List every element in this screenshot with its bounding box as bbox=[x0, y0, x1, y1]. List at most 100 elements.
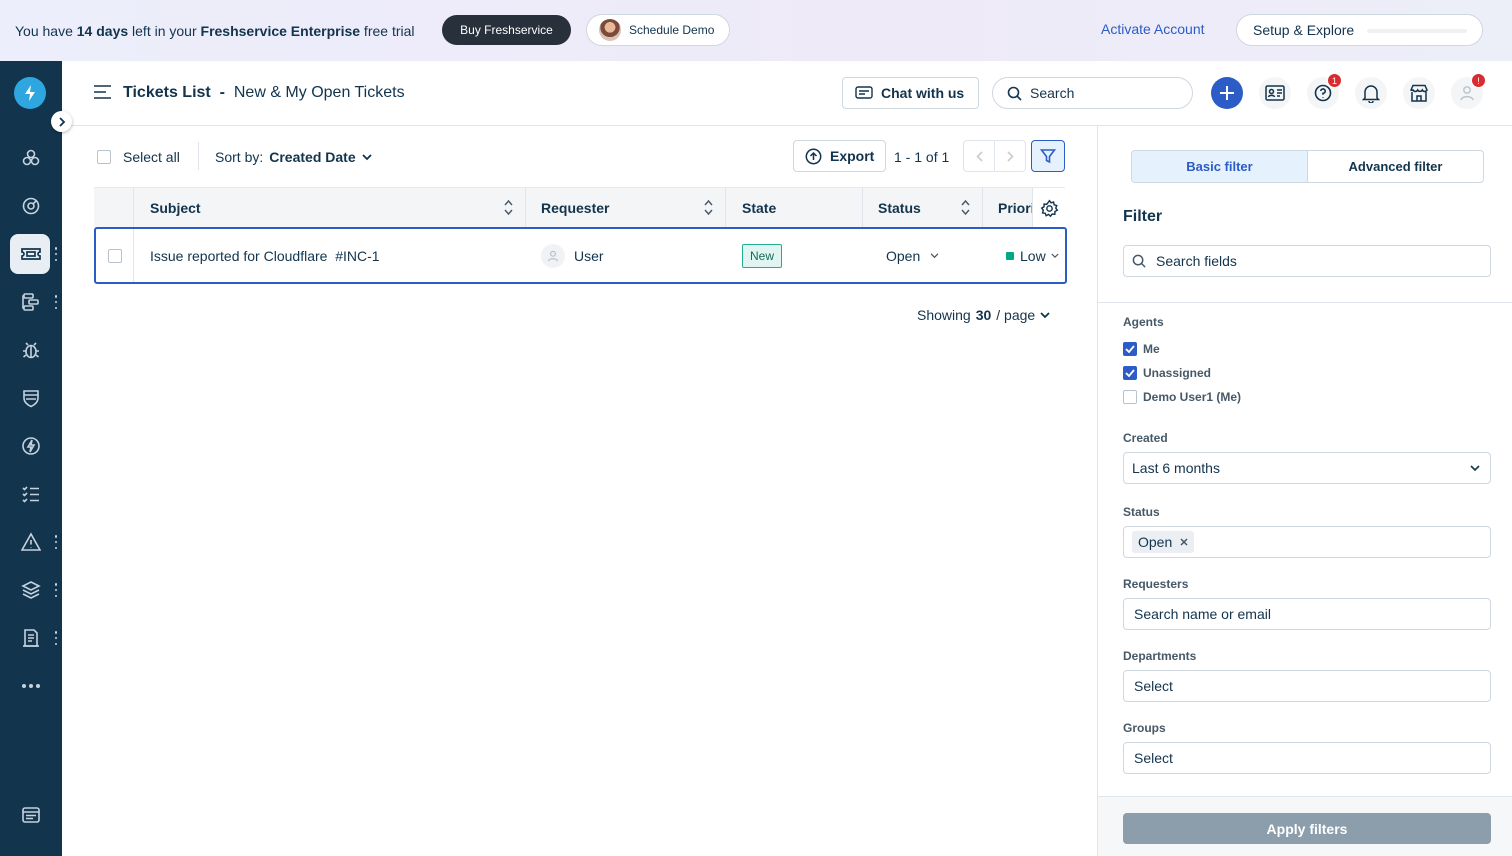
nav-releases[interactable] bbox=[0, 426, 62, 466]
filter-title: Filter bbox=[1123, 208, 1163, 225]
chevron-down-icon bbox=[1040, 311, 1050, 318]
per-page-selector[interactable]: Showing 30 / page bbox=[917, 307, 1050, 323]
created-value: Last 6 months bbox=[1132, 460, 1220, 476]
departments-select[interactable]: Select bbox=[1123, 670, 1491, 702]
tab-basic-filter[interactable]: Basic filter bbox=[1132, 151, 1308, 182]
ticket-subject[interactable]: Issue reported for Cloudflare #INC-1 bbox=[150, 229, 380, 282]
created-select[interactable]: Last 6 months bbox=[1123, 452, 1491, 484]
agent-option-me[interactable]: Me bbox=[1123, 342, 1160, 356]
search-icon bbox=[1132, 254, 1146, 268]
help-button[interactable]: 1 bbox=[1307, 73, 1342, 109]
global-search-input[interactable]: Search bbox=[992, 77, 1193, 109]
nav-tasks[interactable] bbox=[0, 474, 62, 514]
export-label: Export bbox=[830, 148, 875, 164]
ticket-status-dropdown[interactable]: Open bbox=[886, 229, 939, 282]
requester-name: User bbox=[574, 247, 604, 264]
ticket-requester[interactable]: User bbox=[541, 229, 604, 282]
profile-alert-badge: ! bbox=[1471, 73, 1486, 88]
sort-dropdown[interactable]: Sort by: Created Date bbox=[215, 149, 372, 165]
nav-incidents[interactable] bbox=[0, 522, 62, 562]
freshservice-logo[interactable] bbox=[14, 77, 46, 109]
next-page-button[interactable] bbox=[995, 141, 1025, 171]
demo-host-avatar bbox=[599, 19, 621, 41]
service-catalog-button[interactable] bbox=[1403, 77, 1435, 109]
requesters-input[interactable]: Search name or email bbox=[1123, 598, 1491, 630]
help-notification-badge: 1 bbox=[1327, 73, 1342, 88]
store-icon bbox=[1410, 84, 1428, 102]
ticket-icon bbox=[21, 248, 41, 260]
ticket-priority-dropdown[interactable]: Low bbox=[1006, 229, 1059, 282]
select-all-box[interactable] bbox=[97, 150, 111, 164]
apply-filters-button[interactable]: Apply filters bbox=[1123, 813, 1491, 844]
nav-more[interactable] bbox=[0, 666, 62, 706]
column-status[interactable]: Status bbox=[863, 188, 983, 228]
notifications-button[interactable] bbox=[1355, 77, 1387, 109]
column-requester-label: Requester bbox=[541, 200, 610, 216]
sidebar-expand-button[interactable] bbox=[51, 111, 72, 132]
setup-explore-button[interactable]: Setup & Explore bbox=[1236, 14, 1483, 46]
groups-select[interactable]: Select bbox=[1123, 742, 1491, 774]
buy-freshservice-button[interactable]: Buy Freshservice bbox=[442, 15, 571, 45]
column-requester[interactable]: Requester bbox=[526, 188, 726, 228]
previous-page-button[interactable] bbox=[964, 141, 995, 171]
ticket-id[interactable]: #INC-1 bbox=[335, 248, 379, 264]
nav-solutions-more[interactable] bbox=[54, 631, 58, 645]
profile-avatar-button[interactable]: ! bbox=[1451, 73, 1486, 109]
column-settings-button[interactable] bbox=[1032, 188, 1065, 228]
column-state[interactable]: State bbox=[726, 188, 863, 228]
filter-fields-search[interactable]: Search fields bbox=[1123, 245, 1491, 277]
tab-advanced-filter[interactable]: Advanced filter bbox=[1308, 151, 1483, 182]
agent-option-unassigned[interactable]: Unassigned bbox=[1123, 366, 1211, 380]
row-checkbox[interactable] bbox=[107, 248, 122, 263]
select-all-checkbox[interactable]: Select all bbox=[97, 149, 180, 165]
new-item-button[interactable] bbox=[1211, 77, 1243, 109]
ticket-subject-text[interactable]: Issue reported for Cloudflare bbox=[150, 248, 327, 264]
schedule-demo-button[interactable]: Schedule Demo bbox=[586, 14, 730, 46]
nav-analytics[interactable] bbox=[0, 186, 62, 226]
agent-me-checkbox[interactable] bbox=[1123, 342, 1137, 356]
activate-account-link[interactable]: Activate Account bbox=[1101, 21, 1205, 37]
column-priority[interactable]: Priori bbox=[983, 188, 1032, 228]
toggle-filter-button[interactable] bbox=[1031, 140, 1065, 172]
filter-search-placeholder: Search fields bbox=[1156, 253, 1237, 269]
nav-changes[interactable] bbox=[0, 378, 62, 418]
chevron-down-icon bbox=[361, 153, 372, 160]
nav-assets-more[interactable] bbox=[54, 583, 58, 597]
nav-tickets-more[interactable] bbox=[54, 247, 58, 261]
bug-icon bbox=[23, 342, 39, 359]
agent-unassigned-label: Unassigned bbox=[1143, 366, 1212, 380]
browser-window-icon bbox=[22, 807, 40, 823]
sort-arrows-icon[interactable] bbox=[704, 199, 713, 216]
agent-demo-user1-checkbox[interactable] bbox=[1123, 390, 1137, 404]
column-subject[interactable]: Subject bbox=[134, 188, 526, 228]
checklist-icon bbox=[22, 486, 39, 503]
table-row[interactable]: Issue reported for Cloudflare #INC-1 Use… bbox=[94, 227, 1067, 284]
contact-card-button[interactable] bbox=[1259, 77, 1291, 109]
status-multiselect[interactable]: Open bbox=[1123, 526, 1491, 558]
column-state-label: State bbox=[742, 200, 777, 216]
close-icon[interactable] bbox=[1180, 538, 1188, 546]
nav-workflows[interactable] bbox=[0, 282, 62, 322]
chevron-down-icon bbox=[1470, 464, 1480, 471]
nav-app-switcher[interactable] bbox=[0, 795, 62, 835]
sort-arrows-icon[interactable] bbox=[961, 199, 970, 216]
nav-solutions[interactable] bbox=[0, 618, 62, 658]
nav-problems[interactable] bbox=[0, 330, 62, 370]
nav-incidents-more[interactable] bbox=[54, 535, 58, 549]
current-view-name[interactable]: New & My Open Tickets bbox=[234, 84, 405, 101]
state-badge: New bbox=[742, 243, 783, 268]
agent-option-demo-user1[interactable]: Demo User1 (Me) bbox=[1123, 390, 1241, 404]
nav-workflows-more[interactable] bbox=[54, 295, 58, 309]
export-button[interactable]: Export bbox=[793, 140, 886, 172]
chat-with-us-button[interactable]: Chat with us bbox=[842, 77, 979, 109]
requesters-placeholder: Search name or email bbox=[1134, 606, 1271, 622]
agent-unassigned-checkbox[interactable] bbox=[1123, 366, 1137, 380]
menu-icon[interactable] bbox=[94, 85, 111, 102]
user-avatar-icon bbox=[1460, 86, 1474, 101]
nav-tickets[interactable] bbox=[0, 234, 62, 274]
sort-arrows-icon[interactable] bbox=[504, 199, 513, 216]
export-upload-icon bbox=[805, 148, 822, 164]
chevron-right-icon bbox=[58, 116, 65, 127]
nav-dashboard[interactable] bbox=[0, 138, 62, 178]
nav-assets[interactable] bbox=[0, 570, 62, 610]
